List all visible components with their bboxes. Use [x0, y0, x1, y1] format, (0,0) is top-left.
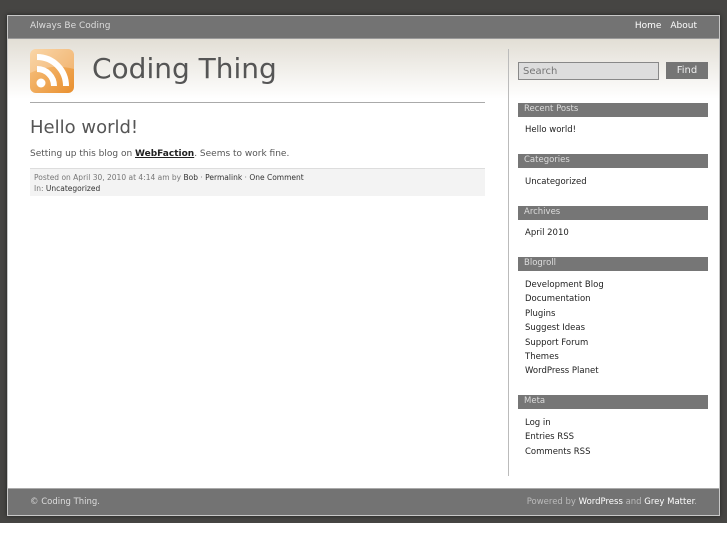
category-link[interactable]: Uncategorized: [46, 184, 100, 193]
archives-list: April 2010: [525, 226, 569, 240]
list-item[interactable]: April 2010: [525, 226, 569, 240]
in-label: In:: [34, 184, 46, 193]
nav-about[interactable]: About: [670, 21, 697, 31]
list-item[interactable]: Suggest Ideas: [525, 321, 604, 335]
post-title[interactable]: Hello world!: [30, 117, 138, 138]
list-item[interactable]: Plugins: [525, 307, 604, 321]
widget-title-archives: Archives: [518, 206, 708, 220]
powered-text: Powered by: [526, 497, 579, 507]
page-container: Always Be Coding Home About Coding Thing …: [7, 15, 720, 516]
widget-title-meta: Meta: [518, 395, 708, 409]
author-link[interactable]: Bob: [184, 173, 199, 182]
webfaction-link[interactable]: WebFaction: [135, 149, 194, 159]
permalink-link[interactable]: Permalink: [205, 173, 242, 182]
list-item[interactable]: Documentation: [525, 292, 604, 306]
widget-title-recent-posts: Recent Posts: [518, 103, 708, 117]
list-item[interactable]: Uncategorized: [525, 175, 587, 189]
divider: [30, 102, 485, 103]
list-item[interactable]: Themes: [525, 350, 604, 364]
theme-link[interactable]: Grey Matter: [644, 497, 694, 507]
copyright: © Coding Thing.: [30, 497, 101, 507]
categories-list: Uncategorized: [525, 175, 587, 189]
site-title[interactable]: Coding Thing: [92, 52, 277, 85]
comments-link[interactable]: One Comment: [249, 173, 303, 182]
find-button[interactable]: Find: [666, 62, 708, 79]
and-text: and: [622, 497, 645, 507]
meta-list: Log in Entries RSS Comments RSS: [525, 416, 590, 459]
list-item[interactable]: Log in: [525, 416, 590, 430]
post-text: Setting up this blog on: [30, 149, 136, 159]
top-bar: Always Be Coding Home About: [8, 16, 719, 39]
search-input[interactable]: [518, 62, 659, 80]
list-item[interactable]: Development Blog: [525, 278, 604, 292]
posted-on: Posted on April 30, 2010 at 4:14 am by: [34, 173, 184, 182]
list-item[interactable]: WordPress Planet: [525, 364, 604, 378]
nav-home[interactable]: Home: [635, 21, 662, 31]
footer: © Coding Thing. Powered by WordPress and…: [8, 488, 719, 515]
wordpress-link[interactable]: WordPress: [579, 497, 623, 507]
list-item[interactable]: Comments RSS: [525, 445, 590, 459]
list-item[interactable]: Entries RSS: [525, 430, 590, 444]
post-text: . Seems to work fine.: [194, 149, 290, 159]
recent-posts-list: Hello world!: [525, 123, 576, 137]
sidebar-divider: [508, 49, 509, 476]
dot-text: .: [694, 497, 697, 507]
powered-by: Powered by WordPress and Grey Matter.: [527, 497, 697, 507]
post-meta: Posted on April 30, 2010 at 4:14 am by B…: [30, 168, 485, 196]
top-nav: Home About: [626, 21, 697, 31]
list-item[interactable]: Support Forum: [525, 336, 604, 350]
rss-logo-icon[interactable]: [30, 49, 74, 93]
post-body: Setting up this blog on WebFaction. Seem…: [30, 149, 289, 159]
widget-title-blogroll: Blogroll: [518, 257, 708, 271]
list-item[interactable]: Hello world!: [525, 123, 576, 137]
widget-title-categories: Categories: [518, 154, 708, 168]
tagline: Always Be Coding: [30, 21, 111, 31]
blogroll-list: Development Blog Documentation Plugins S…: [525, 278, 604, 379]
